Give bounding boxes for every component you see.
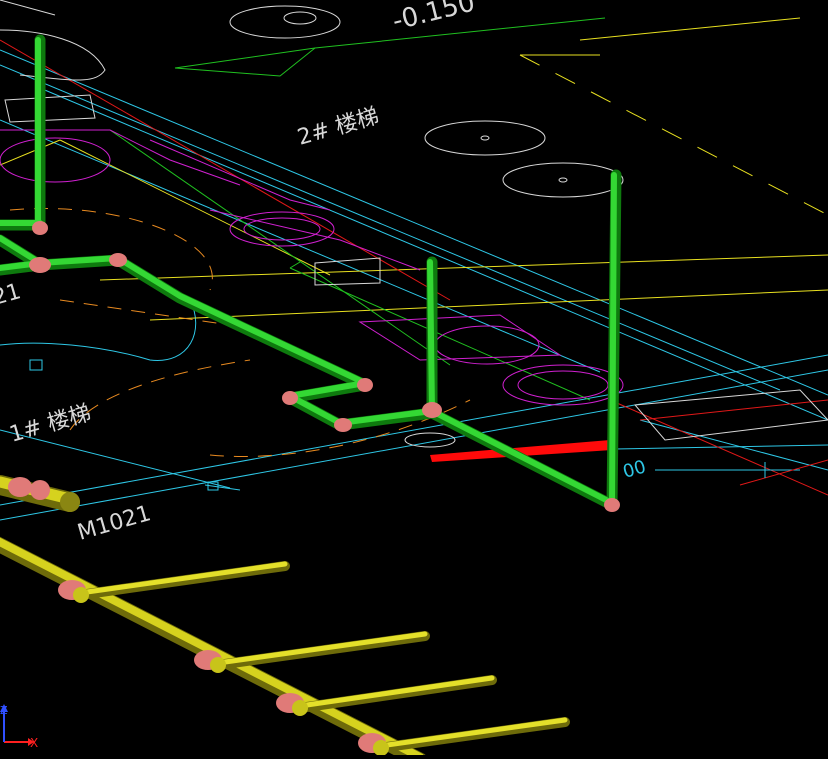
yellow-fitting[interactable] <box>30 480 50 500</box>
stair-2-label: 2# 楼梯 <box>295 104 382 151</box>
yellow-lines <box>0 17 828 321</box>
door-m1021-upper-label: M1021 <box>0 279 24 324</box>
axis-gizmo-icon: X Z <box>0 704 38 750</box>
axis-x-label: X <box>30 736 38 750</box>
green-fitting[interactable] <box>604 498 620 512</box>
cad-3d-viewport[interactable]: -0.150 2# 楼梯 1# 楼梯 M1021 M1021 00 X Z <box>0 0 828 759</box>
stair-1-label: 1# 楼梯 <box>7 401 94 448</box>
scene-canvas[interactable]: -0.150 2# 楼梯 1# 楼梯 M1021 M1021 00 X Z <box>0 0 828 759</box>
dimension-00-label: 00 <box>621 456 649 483</box>
green-fitting[interactable] <box>334 418 352 432</box>
green-fitting[interactable] <box>29 257 51 273</box>
green-fitting[interactable] <box>32 221 48 235</box>
elevation-label: -0.150 <box>389 0 478 37</box>
green-fitting[interactable] <box>109 253 127 267</box>
green-fitting[interactable] <box>357 378 373 392</box>
axis-z-label: Z <box>0 704 8 717</box>
green-fitting[interactable] <box>422 402 442 418</box>
cad-text: -0.150 2# 楼梯 1# 楼梯 M1021 M1021 00 <box>0 0 648 546</box>
green-fitting[interactable] <box>282 391 298 405</box>
cyan-wall-lines <box>0 49 828 521</box>
yellow-fitting[interactable] <box>8 477 32 497</box>
green-pipe-run-main[interactable] <box>0 254 438 431</box>
door-m1021-lower-label: M1021 <box>75 501 154 546</box>
white-outlines <box>0 0 828 448</box>
